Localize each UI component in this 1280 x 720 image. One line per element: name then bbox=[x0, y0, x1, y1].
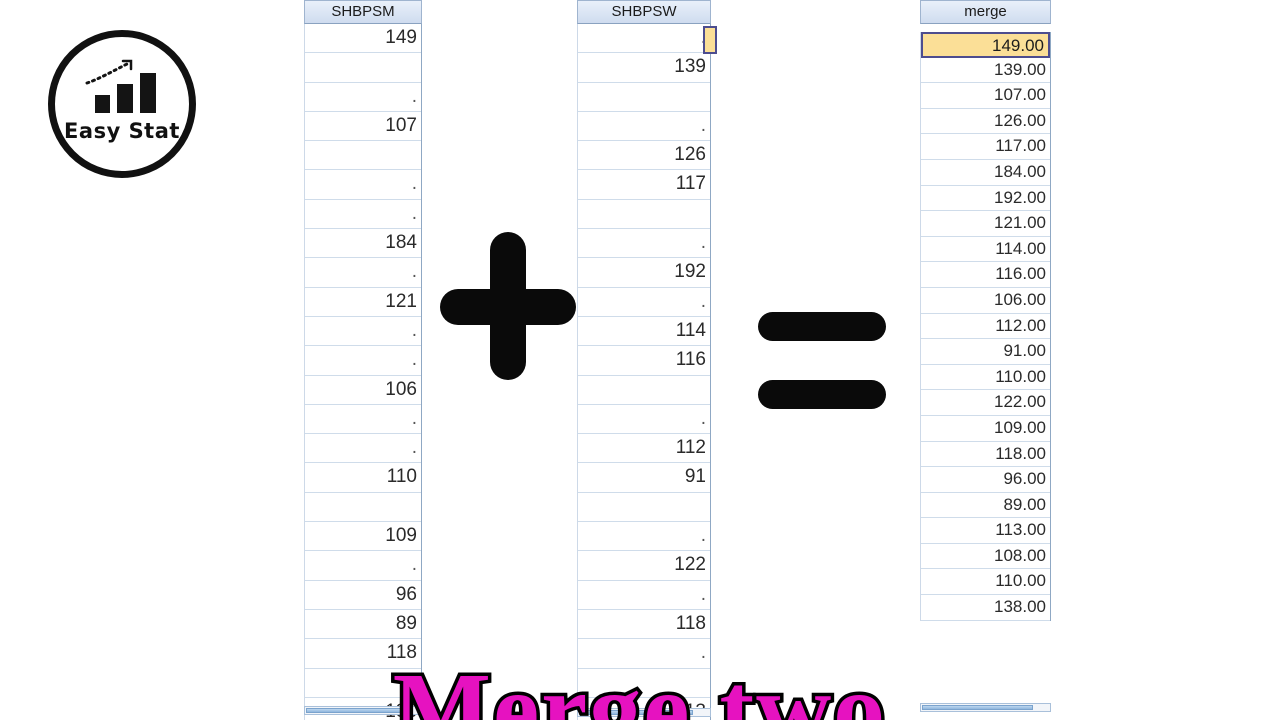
data-cell[interactable]: 112.00 bbox=[921, 313, 1050, 340]
data-cell[interactable] bbox=[305, 53, 421, 83]
data-cell[interactable]: 121.00 bbox=[921, 211, 1050, 237]
logo-bar-2 bbox=[117, 84, 133, 113]
data-cell[interactable]: 184.00 bbox=[921, 159, 1050, 186]
data-cell[interactable]: 149.00 bbox=[921, 32, 1050, 58]
data-cell[interactable]: 91.00 bbox=[921, 339, 1050, 365]
data-cell[interactable] bbox=[305, 141, 421, 171]
data-cell[interactable]: . bbox=[578, 111, 710, 142]
equals-operator-icon bbox=[758, 312, 886, 410]
equals-top-bar bbox=[758, 312, 886, 341]
data-cell[interactable]: . bbox=[305, 199, 421, 230]
data-cell[interactable]: 192.00 bbox=[921, 185, 1050, 212]
data-cell[interactable]: 192 bbox=[578, 258, 710, 288]
data-cell[interactable]: 184 bbox=[305, 229, 421, 259]
data-cell[interactable] bbox=[578, 199, 710, 230]
equals-bottom-bar bbox=[758, 380, 886, 409]
column-header-merge[interactable]: merge bbox=[920, 0, 1051, 24]
column-header-shbpsm[interactable]: SHBPSM bbox=[304, 0, 422, 24]
logo-bar-3 bbox=[140, 73, 156, 113]
logo-bar-1 bbox=[95, 95, 110, 113]
data-cell[interactable]: . bbox=[578, 24, 710, 54]
data-cell[interactable]: . bbox=[305, 404, 421, 435]
data-cell[interactable]: 106.00 bbox=[921, 287, 1050, 314]
screenshot-root: Easy Stat SHBPSM 149. 107.. 184. 121.. 106..… bbox=[0, 0, 1280, 720]
data-cell[interactable]: 117 bbox=[578, 170, 710, 200]
data-cell[interactable]: 106 bbox=[305, 375, 421, 405]
logo-text: Easy Stat bbox=[64, 119, 180, 143]
data-cell[interactable]: . bbox=[578, 287, 710, 317]
data-cell[interactable]: 110.00 bbox=[921, 364, 1050, 391]
data-cell[interactable]: 114 bbox=[578, 316, 710, 347]
data-cell[interactable]: 107.00 bbox=[921, 83, 1050, 109]
data-cell[interactable]: . bbox=[305, 82, 421, 112]
data-cell[interactable]: 121 bbox=[305, 287, 421, 317]
plus-vertical-bar bbox=[490, 232, 526, 380]
column-header-shbpsw[interactable]: SHBPSW bbox=[577, 0, 711, 24]
data-cell[interactable] bbox=[578, 375, 710, 405]
data-cell[interactable]: . bbox=[578, 404, 710, 435]
data-cell[interactable]: . bbox=[305, 316, 421, 347]
data-cell[interactable]: 139.00 bbox=[921, 57, 1050, 84]
data-cell[interactable]: 109.00 bbox=[921, 415, 1050, 442]
plus-operator-icon bbox=[440, 232, 576, 380]
data-cell[interactable]: 126 bbox=[578, 141, 710, 171]
partial-selected-cell[interactable] bbox=[703, 26, 717, 54]
data-cell[interactable]: 122.00 bbox=[921, 390, 1050, 416]
data-cell[interactable]: . bbox=[578, 229, 710, 259]
data-cell[interactable]: . bbox=[305, 346, 421, 376]
title-overlay: Merge two variabels into one bbox=[0, 455, 1280, 720]
easy-stat-logo: Easy Stat bbox=[48, 30, 196, 178]
data-cell[interactable]: 116.00 bbox=[921, 262, 1050, 288]
title-line-1: Merge two bbox=[389, 651, 888, 720]
data-cell[interactable]: 117.00 bbox=[921, 134, 1050, 160]
data-cell[interactable]: . bbox=[305, 258, 421, 288]
dotted-trend-arrow-icon bbox=[85, 59, 133, 85]
data-cell[interactable]: 139 bbox=[578, 53, 710, 83]
data-cell[interactable]: . bbox=[305, 170, 421, 200]
data-cell[interactable] bbox=[578, 82, 710, 112]
data-cell[interactable]: 149 bbox=[305, 24, 421, 54]
data-cell[interactable]: 126.00 bbox=[921, 108, 1050, 135]
data-cell[interactable]: 107 bbox=[305, 111, 421, 142]
data-cell[interactable]: 114.00 bbox=[921, 236, 1050, 263]
data-cell[interactable]: 116 bbox=[578, 346, 710, 376]
